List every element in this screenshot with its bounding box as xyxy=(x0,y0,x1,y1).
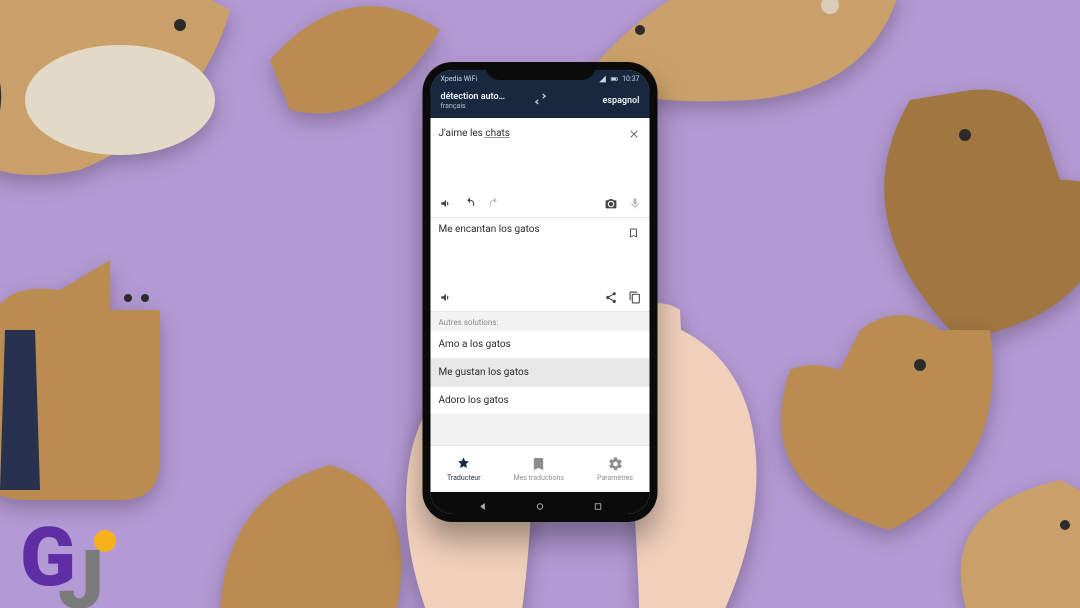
redo-icon xyxy=(487,197,500,210)
source-text-input[interactable]: J'aime les chats xyxy=(439,128,626,139)
redo-button[interactable] xyxy=(487,197,501,211)
carrier-label: Xpedia WiFi xyxy=(441,75,478,83)
input-panel: J'aime les chats xyxy=(431,118,650,218)
translate-icon xyxy=(456,456,472,472)
undo-button[interactable] xyxy=(463,197,477,211)
bottom-nav: Traducteur Mes traductions Paramètres xyxy=(431,445,650,492)
alt-item[interactable]: Amo a los gatos xyxy=(431,331,650,359)
android-recent-button[interactable] xyxy=(592,497,603,508)
translation-text[interactable]: Me encantan los gatos xyxy=(439,224,628,243)
volume-icon xyxy=(439,197,452,210)
android-home-button[interactable] xyxy=(535,497,546,508)
source-language[interactable]: détection auto… français xyxy=(441,92,528,110)
tab-my-translations[interactable]: Mes traductions xyxy=(514,456,564,482)
alt-item[interactable]: Adoro los gatos xyxy=(431,387,650,415)
site-logo: GJ xyxy=(20,526,100,592)
close-icon xyxy=(628,128,639,139)
bookmark-button[interactable] xyxy=(628,224,642,243)
alternatives-section: Autres solutions: Amo a los gatos Me gus… xyxy=(431,312,650,445)
android-nav-bar xyxy=(431,492,650,514)
voice-input-button[interactable] xyxy=(628,197,642,211)
bg-shape-top1 xyxy=(270,0,440,130)
undo-icon xyxy=(463,197,476,210)
volume-icon xyxy=(439,291,452,304)
alternatives-title: Autres solutions: xyxy=(431,312,650,331)
share-button[interactable] xyxy=(604,291,618,305)
clock: 10:37 xyxy=(622,75,639,83)
clear-input-button[interactable] xyxy=(626,124,642,143)
app-screen: Xpedia WiFi 10:37 détection auto… frança… xyxy=(431,70,650,514)
android-back-button[interactable] xyxy=(477,497,488,508)
share-icon xyxy=(604,291,617,304)
mic-icon xyxy=(628,197,641,210)
alt-item[interactable]: Me gustan los gatos xyxy=(431,359,650,387)
speak-translation-button[interactable] xyxy=(439,291,453,305)
signal-icon xyxy=(598,75,606,83)
battery-icon xyxy=(610,75,618,83)
circle-icon xyxy=(535,501,546,512)
swap-icon xyxy=(533,92,547,106)
bg-whale-top-left xyxy=(0,0,250,200)
input-toolbar xyxy=(431,193,650,218)
bookmark-icon xyxy=(628,227,640,239)
copy-button[interactable] xyxy=(628,291,642,305)
camera-icon xyxy=(604,197,617,210)
square-icon xyxy=(592,501,603,512)
bg-cat-left xyxy=(0,250,180,510)
triangle-icon xyxy=(477,501,488,512)
output-panel: Me encantan los gatos xyxy=(431,218,650,312)
speak-source-button[interactable] xyxy=(439,197,453,211)
language-header: détection auto… français espagnol xyxy=(431,88,650,118)
tab-settings[interactable]: Paramètres xyxy=(597,456,633,482)
output-toolbar xyxy=(431,287,650,312)
bg-shape-bottom-right xyxy=(950,470,1080,608)
bookmark-icon xyxy=(531,456,547,472)
target-language[interactable]: espagnol xyxy=(553,96,640,106)
phone-mockup: Xpedia WiFi 10:37 détection auto… frança… xyxy=(423,62,658,522)
camera-input-button[interactable] xyxy=(604,197,618,211)
swap-languages-button[interactable] xyxy=(527,92,553,109)
tab-translator[interactable]: Traducteur xyxy=(447,456,481,482)
copy-icon xyxy=(628,291,641,304)
gear-icon xyxy=(607,456,623,472)
